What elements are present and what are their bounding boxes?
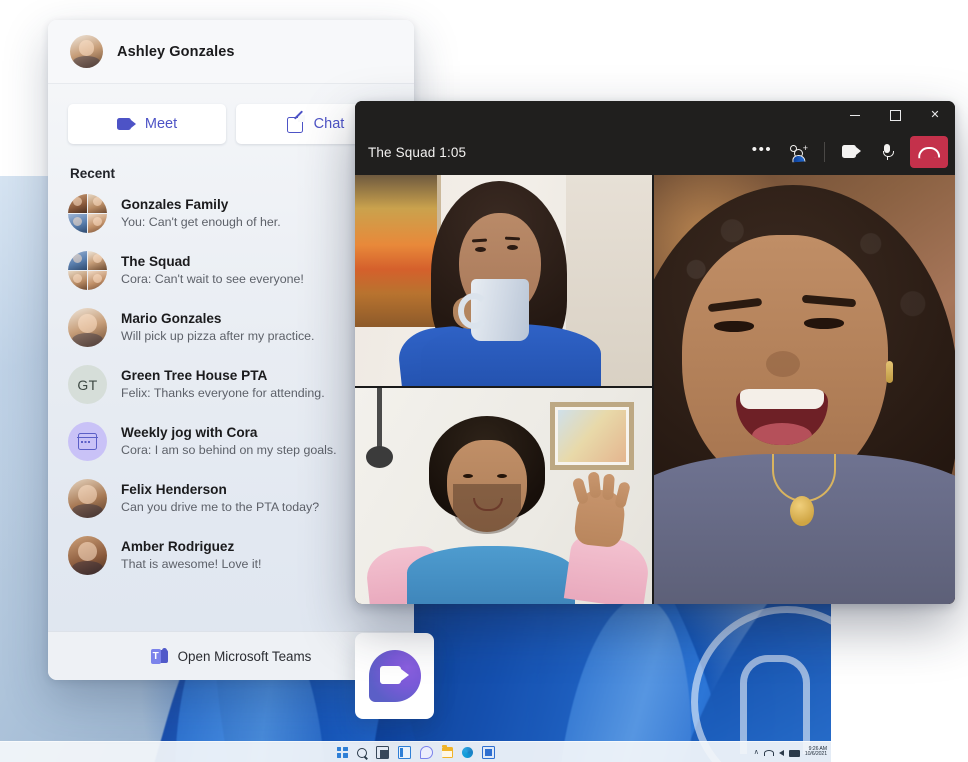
- close-button[interactable]: ✕: [915, 101, 955, 129]
- toggle-camera-button[interactable]: [834, 135, 868, 169]
- avatar: [68, 536, 107, 575]
- minimize-button[interactable]: [835, 101, 875, 129]
- toolbar-divider: [824, 142, 825, 162]
- list-item-title: The Squad: [121, 253, 191, 269]
- avatar: [68, 308, 107, 347]
- microphone-icon: [882, 144, 894, 160]
- participant-tile-woman-laughing[interactable]: [654, 175, 955, 604]
- list-item-preview: Will pick up pizza after my practice.: [121, 328, 315, 343]
- windows-start-icon[interactable]: [336, 746, 348, 758]
- taskbar: ∧ 9:26 AM 10/6/2021: [0, 741, 831, 762]
- user-name: Ashley Gonzales: [117, 43, 235, 60]
- taskbar-clock[interactable]: 9:26 AM 10/6/2021: [804, 746, 827, 758]
- store-icon[interactable]: [481, 745, 495, 759]
- participant-tile-man-waving[interactable]: [355, 388, 652, 604]
- calendar-icon: [68, 422, 107, 461]
- list-item-preview: Cora: I am so behind on my step goals.: [121, 442, 337, 457]
- list-item-title: Felix Henderson: [121, 481, 227, 497]
- list-item-title: Gonzales Family: [121, 196, 229, 212]
- avatar-initials-text: GT: [68, 365, 107, 404]
- list-item-title: Mario Gonzales: [121, 310, 222, 326]
- search-icon[interactable]: [356, 747, 367, 758]
- teams-chat-widget-button[interactable]: [355, 633, 434, 719]
- list-item-preview: That is awesome! Love it!: [121, 556, 262, 571]
- edge-browser-icon[interactable]: [461, 746, 473, 758]
- compose-chat-icon: [286, 116, 305, 133]
- video-camera-icon: [841, 145, 861, 159]
- chevron-up-icon[interactable]: ∧: [754, 749, 759, 756]
- list-item-preview: Can you drive me to the PTA today?: [121, 499, 320, 514]
- list-item-title: Weekly jog with Cora: [121, 424, 258, 440]
- toggle-mic-button[interactable]: [870, 135, 904, 169]
- add-people-icon: +: [790, 143, 808, 162]
- chat-bubble-icon[interactable]: [419, 745, 433, 759]
- chat-button-label: Chat: [313, 116, 345, 132]
- hang-up-phone-icon: [917, 146, 941, 158]
- list-item-preview: Felix: Thanks everyone for attending.: [121, 385, 325, 400]
- clock-date: 10/6/2021: [804, 751, 827, 757]
- avatar-initials: GT: [68, 365, 107, 404]
- list-item-preview: Cora: Can't wait to see everyone!: [121, 271, 304, 286]
- user-avatar-photo: [70, 35, 103, 68]
- list-item-preview: You: Can't get enough of her.: [121, 214, 281, 229]
- avatar: [68, 251, 107, 290]
- hang-up-button[interactable]: [910, 136, 948, 168]
- list-item-title: Amber Rodriguez: [121, 538, 235, 554]
- teams-call-window: ✕ The Squad 1:05 ••• +: [355, 101, 955, 604]
- list-item-title: Green Tree House PTA: [121, 367, 268, 383]
- speaker-icon[interactable]: [778, 749, 784, 756]
- battery-icon[interactable]: [788, 749, 800, 757]
- avatar: [68, 194, 107, 233]
- ellipsis-icon: •••: [751, 140, 773, 158]
- meet-button[interactable]: Meet: [68, 104, 226, 144]
- add-people-button[interactable]: +: [781, 135, 815, 169]
- call-window-titlebar: ✕: [355, 101, 955, 129]
- more-options-button[interactable]: •••: [745, 135, 779, 169]
- avatar: [68, 479, 107, 518]
- call-toolbar: The Squad 1:05 ••• +: [355, 129, 955, 175]
- microsoft-teams-logo-icon: [150, 647, 168, 664]
- task-view-icon[interactable]: [375, 745, 389, 759]
- call-title: The Squad 1:05: [368, 144, 467, 160]
- screenshot-root: ∧ 9:26 AM 10/6/2021 Ashley Gonzales Meet…: [0, 0, 968, 762]
- meet-button-label: Meet: [144, 116, 178, 132]
- folder-icon[interactable]: [441, 745, 453, 758]
- widgets-icon[interactable]: [397, 745, 411, 759]
- participant-tile-woman-with-mug[interactable]: [355, 175, 652, 386]
- flyout-header: Ashley Gonzales: [48, 20, 414, 84]
- video-camera-icon: [116, 117, 136, 132]
- wifi-icon[interactable]: [763, 750, 774, 756]
- open-microsoft-teams-label: Open Microsoft Teams: [177, 648, 312, 664]
- maximize-button[interactable]: [875, 101, 915, 129]
- teams-chat-video-bubble-icon: [368, 650, 421, 702]
- video-grid: [355, 175, 955, 604]
